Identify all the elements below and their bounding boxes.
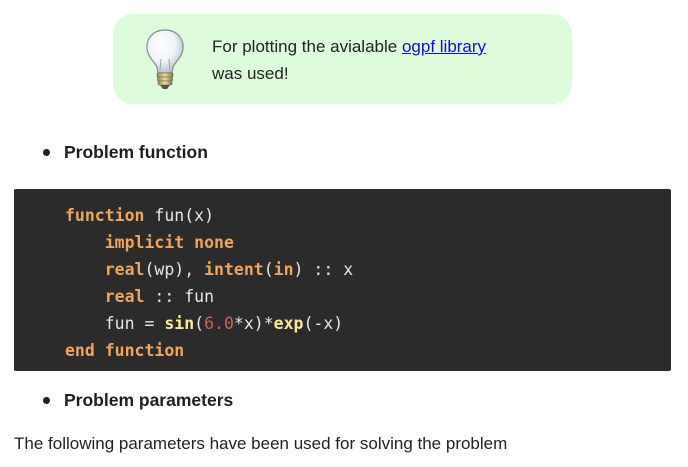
- note-text-prefix: For plotting the avialable: [212, 37, 402, 56]
- lightbulb-icon: [146, 29, 184, 89]
- code-block: function fun(x) implicit none real(wp), …: [14, 189, 671, 371]
- bullet-dot-icon: [43, 149, 50, 156]
- section-bullet-problem-function: Problem function: [43, 142, 208, 163]
- note-line-2: was used!: [212, 64, 289, 83]
- ogpf-library-link[interactable]: ogpf library: [402, 37, 486, 56]
- section-bullet-problem-parameters: Problem parameters: [43, 390, 233, 411]
- note-box: For plotting the avialable ogpf library …: [113, 14, 572, 104]
- code-line-1: function fun(x): [65, 206, 215, 225]
- bullet-dot-icon: [43, 397, 50, 404]
- note-line-1: For plotting the avialable ogpf library: [212, 33, 486, 60]
- section-title-problem-parameters: Problem parameters: [64, 390, 234, 410]
- section-title-problem-function: Problem function: [64, 142, 208, 162]
- code-line-2: implicit none: [104, 233, 234, 252]
- code-line-6: end function: [65, 341, 185, 360]
- code-line-5: fun = sin(6.0*x)*exp(-x): [104, 314, 344, 333]
- code-line-4: real :: fun: [104, 287, 215, 306]
- note-text: For plotting the avialable ogpf library …: [212, 33, 486, 87]
- code-line-3: real(wp), intent(in) :: x: [104, 260, 354, 279]
- parameters-paragraph: The following parameters have been used …: [14, 434, 508, 453]
